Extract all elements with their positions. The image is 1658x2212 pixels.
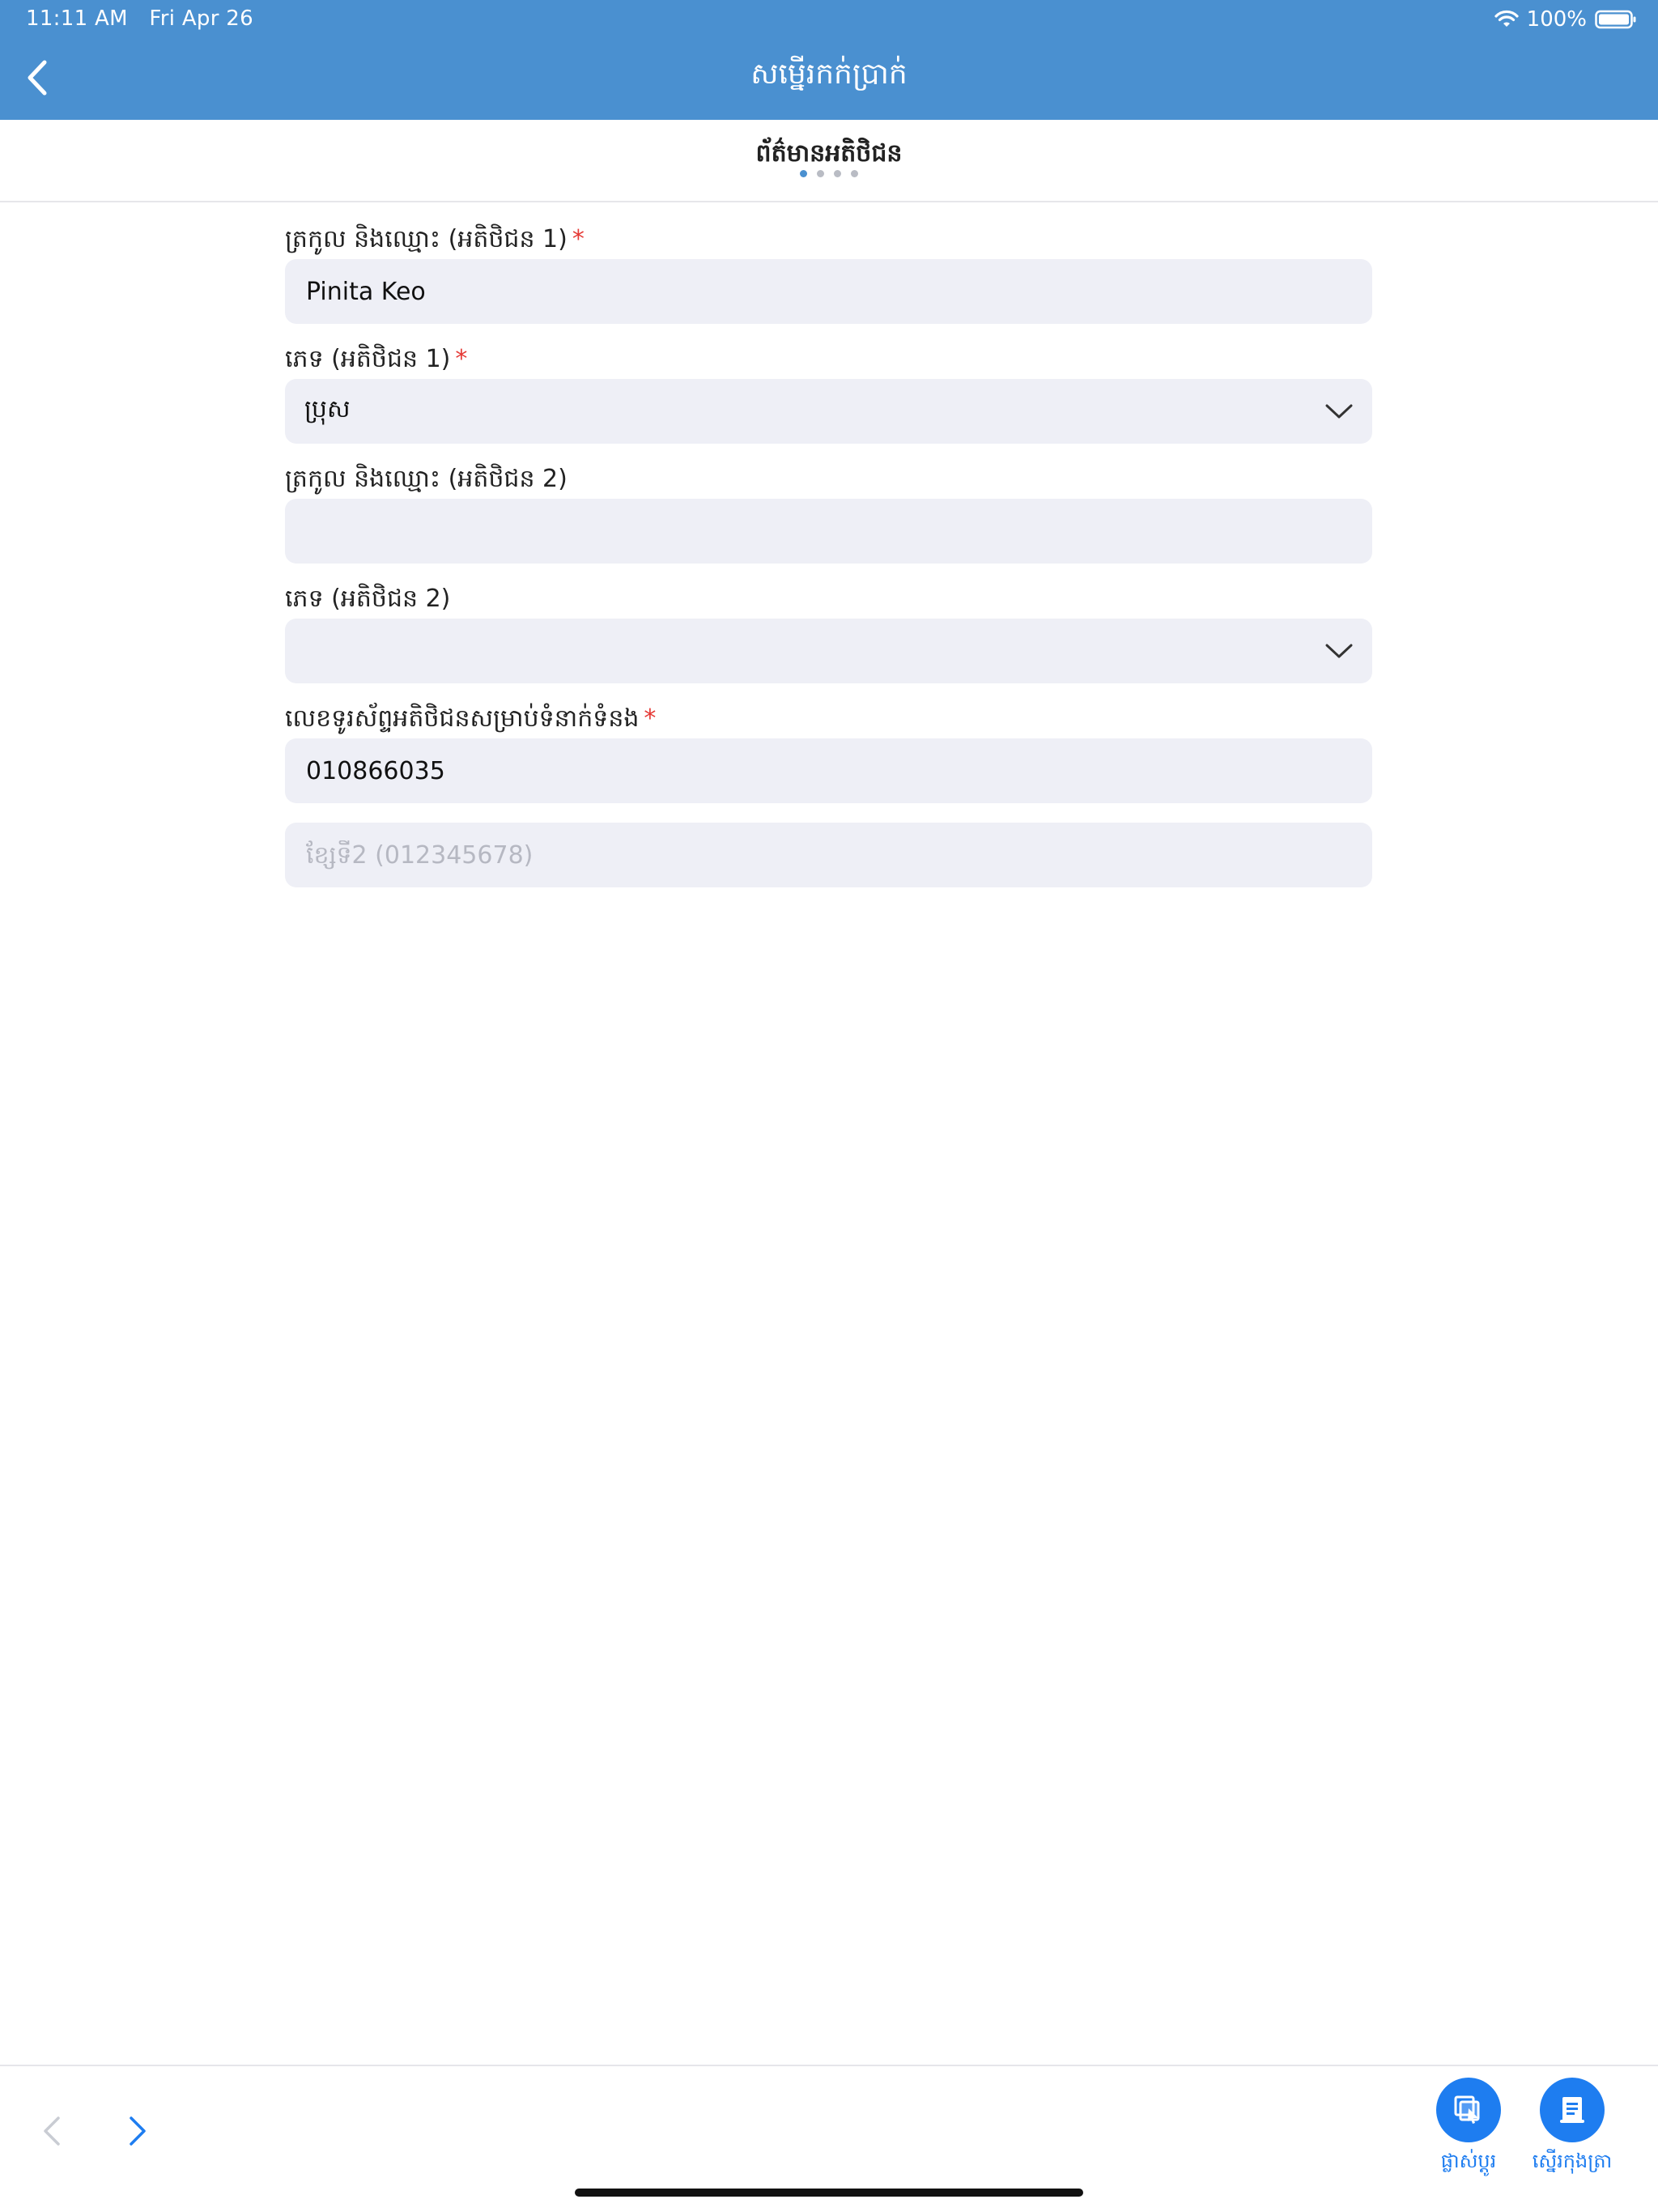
home-indicator[interactable] [575,2189,1083,2197]
gender2-select[interactable] [285,619,1372,683]
previous-step-button[interactable] [28,2107,76,2155]
gender1-label-text: ភេទ (អតិថិជន 1) [285,345,451,373]
battery-percent: 100% [1526,7,1587,32]
phone-field[interactable] [285,738,1372,803]
name1-input[interactable] [304,276,1353,307]
name1-label: ត្រកូល និងឈ្មោះ (អតិថិជន 1) * [285,220,1372,259]
chevron-right-icon [130,2116,146,2146]
required-marker: * [644,704,657,733]
change-label: ផ្លាស់ប្តូរ [1440,2150,1497,2172]
step-header: ព័ត៌មានអតិថិជន [0,120,1658,202]
phone2-field[interactable] [285,823,1372,887]
page-title: សម្នើរកក់ប្រាក់ [750,57,908,91]
phone2-input[interactable] [304,840,1353,870]
required-marker: * [572,225,585,253]
step-title: ព័ត៌មានអតិថិជន [755,139,903,168]
required-marker: * [455,345,468,373]
request-contract-label: ស្នើរកុងត្រា [1532,2150,1613,2172]
gender1-label: ភេទ (អតិថិជន 1) * [285,340,1372,379]
status-clock: 11:11 AM [26,6,128,31]
gender2-label-text: ភេទ (អតិថិជន 2) [285,585,451,613]
chevron-down-icon [1325,637,1353,665]
name2-label: ត្រកូល និងឈ្មោះ (អតិថិជន 2) [285,460,1372,499]
status-indicators: 100% [1494,5,1637,34]
name2-field[interactable] [285,499,1372,564]
gender1-select[interactable]: ប្រុស [285,379,1372,444]
step-dot-3 [834,170,841,177]
step-dot-1 [800,170,807,177]
phone-label-text: លេខទូរស័ព្ទអតិថិជនសម្រាប់ទំនាក់ទំនង [285,704,640,733]
wifi-icon [1494,10,1519,29]
request-contract-icon-circle [1540,2078,1605,2142]
change-button[interactable]: ផ្លាស់ប្តូរ [1412,2078,1525,2177]
name1-label-text: ត្រកូល និងឈ្មោះ (អតិថិជន 1) [285,225,568,253]
app-screen: 11:11 AM Fri Apr 26 100% សម្នើរកក់ប្រាក់… [0,0,1658,2212]
gender2-label: ភេទ (អតិថិជន 2) [285,580,1372,619]
step-indicator [0,170,1658,177]
document-icon [1560,2097,1584,2123]
step-dot-2 [817,170,824,177]
name2-label-text: ត្រកូល និងឈ្មោះ (អតិថិជន 2) [285,465,568,493]
next-step-button[interactable] [113,2107,162,2155]
phone-label: លេខទូរស័ព្ទអតិថិជនសម្រាប់ទំនាក់ទំនង * [285,700,1372,738]
chevron-left-icon [44,2116,60,2146]
battery-icon [1595,10,1637,29]
change-icon-circle [1436,2078,1501,2142]
name2-input[interactable] [304,516,1353,547]
step-dot-4 [851,170,858,177]
copy-cursor-icon [1454,2095,1480,2124]
customer-form: ត្រកូល និងឈ្មោះ (អតិថិជន 1)* ភេទ (អតិថិជ… [285,220,1372,887]
top-bar: 11:11 AM Fri Apr 26 100% សម្នើរកក់ប្រាក់ [0,0,1658,120]
name1-field[interactable] [285,259,1372,324]
status-time: 11:11 AM Fri Apr 26 [26,6,253,31]
phone-input[interactable] [304,755,1353,786]
request-contract-button[interactable]: ស្នើរកុងត្រា [1516,2078,1629,2177]
status-date: Fri Apr 26 [149,6,253,31]
chevron-down-icon [1325,398,1353,425]
gender1-value: ប្រុស [304,395,351,423]
